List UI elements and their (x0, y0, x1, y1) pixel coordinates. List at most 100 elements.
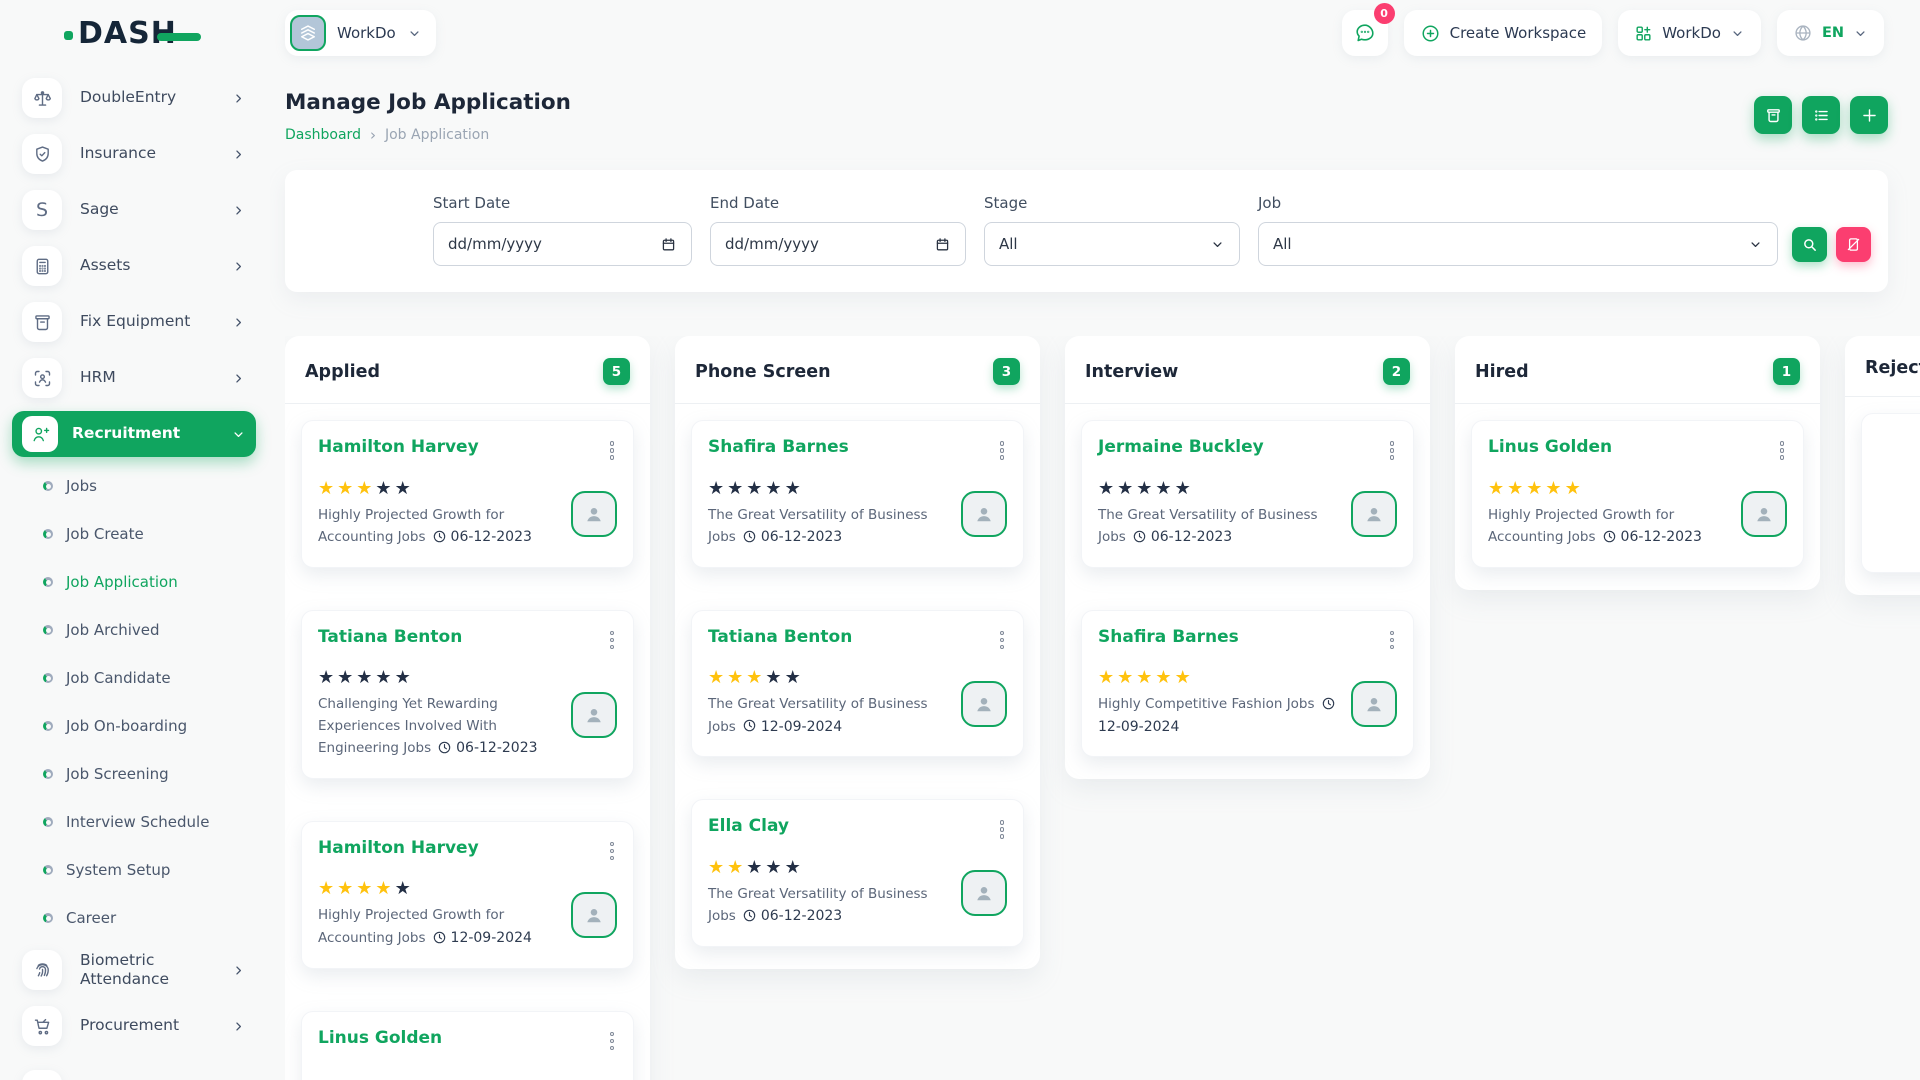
card-menu-button[interactable] (997, 816, 1008, 843)
candidate-avatar[interactable] (1351, 681, 1397, 727)
sidebar-subitem-interview-schedule[interactable]: Interview Schedule (12, 798, 256, 846)
sidebar-item-sage[interactable]: SSage (12, 182, 256, 238)
star-icon: ★ (785, 669, 801, 687)
language-selector[interactable]: EN (1777, 10, 1884, 56)
start-date-field: Start Date dd/mm/yyyy (433, 194, 692, 266)
workspace-switcher[interactable]: WorkDo (285, 10, 436, 56)
sidebar-subitem-system-setup[interactable]: System Setup (12, 846, 256, 894)
card-menu-button[interactable] (997, 437, 1008, 464)
list-icon (1812, 106, 1831, 125)
card-menu-button[interactable] (607, 838, 618, 865)
rating-stars: ★★★★★ (708, 859, 951, 877)
sidebar-item-procurement[interactable]: Procurement (12, 998, 256, 1054)
candidate-name-link[interactable]: Jermaine Buckley (1098, 437, 1264, 457)
candidate-avatar[interactable] (961, 491, 1007, 537)
application-card[interactable]: Hamilton Harvey ★★★★★ Highly Projected G… (301, 821, 634, 969)
create-workspace-button[interactable]: Create Workspace (1404, 10, 1603, 56)
start-date-input[interactable]: dd/mm/yyyy (433, 222, 692, 266)
application-card[interactable]: Jermaine Buckley ★★★★★ The Great Versati… (1081, 420, 1414, 568)
candidate-avatar[interactable] (571, 692, 617, 738)
candidate-name-link[interactable]: Shafira Barnes (708, 437, 849, 457)
sidebar-item-recruitment[interactable]: Recruitment (12, 411, 256, 457)
candidate-name-link[interactable]: Hamilton Harvey (318, 437, 479, 457)
sidebar-subitem-jobs[interactable]: Jobs (12, 462, 256, 510)
sidebar-subitem-job-candidate[interactable]: Job Candidate (12, 654, 256, 702)
reset-filter-button[interactable] (1836, 227, 1871, 262)
logo-dash-bar (157, 33, 201, 41)
applied-date: 06-12-2023 (451, 529, 532, 545)
filter-panel: Start Date dd/mm/yyyy End Date dd/mm/yyy… (285, 170, 1888, 292)
hrm-scan-icon (22, 358, 62, 398)
candidate-name-link[interactable]: Tatiana Benton (708, 627, 852, 647)
candidate-avatar[interactable] (961, 870, 1007, 916)
rating-stars: ★★★★★ (708, 480, 951, 498)
candidate-name-link[interactable]: Hamilton Harvey (318, 838, 479, 858)
person-icon (972, 881, 996, 905)
bullet-icon (43, 913, 53, 923)
card-menu-button[interactable] (607, 437, 618, 464)
star-icon: ★ (708, 669, 724, 687)
column-count-badge: 2 (1383, 358, 1410, 385)
sidebar-subitem-career[interactable]: Career (12, 894, 256, 942)
calculator-icon (22, 246, 62, 286)
clock-icon (432, 529, 447, 544)
candidate-avatar[interactable] (571, 892, 617, 938)
application-card[interactable]: Ella Clay ★★★★★ The Great Versatility of… (691, 799, 1024, 947)
bullet-icon (43, 529, 53, 539)
card-menu-button[interactable] (1777, 437, 1788, 464)
sidebar-subitem-job-on-boarding[interactable]: Job On-boarding (12, 702, 256, 750)
candidate-name-link[interactable]: Ella Clay (708, 816, 789, 836)
candidate-name-link[interactable]: Tatiana Benton (318, 627, 462, 647)
star-icon: ★ (395, 480, 411, 498)
candidate-name-link[interactable]: Linus Golden (318, 1028, 442, 1048)
card-menu-button[interactable] (607, 627, 618, 654)
sidebar-item-label: Biometric Attendance (80, 951, 231, 990)
column-count-badge: 5 (603, 358, 630, 385)
workdo-menu-label: WorkDo (1662, 24, 1721, 42)
sidebar-item-hrm[interactable]: HRM (12, 350, 256, 406)
apply-filter-button[interactable] (1792, 227, 1827, 262)
star-icon: ★ (375, 880, 391, 898)
card-menu-button[interactable] (1387, 437, 1398, 464)
clock-icon (1132, 529, 1147, 544)
candidate-name-link[interactable]: Shafira Barnes (1098, 627, 1239, 647)
stage-field: Stage All (984, 194, 1240, 266)
breadcrumb-dashboard-link[interactable]: Dashboard (285, 127, 361, 143)
candidate-avatar[interactable] (961, 681, 1007, 727)
application-card[interactable] (1861, 413, 1920, 573)
sidebar-item-biometric-attendance[interactable]: Biometric Attendance (12, 942, 256, 998)
application-card[interactable]: Shafira Barnes ★★★★★ The Great Versatili… (691, 420, 1024, 568)
sidebar-item-insurance[interactable]: Insurance (12, 126, 256, 182)
end-date-input[interactable]: dd/mm/yyyy (710, 222, 966, 266)
application-card[interactable]: Shafira Barnes ★★★★★ Highly Competitive … (1081, 610, 1414, 758)
sidebar-item-fix-equipment[interactable]: Fix Equipment (12, 294, 256, 350)
candidate-avatar[interactable] (1741, 491, 1787, 537)
application-card[interactable]: Linus Golden ★★★★★ Highly Projected Grow… (1471, 420, 1804, 568)
candidate-avatar[interactable] (1351, 491, 1397, 537)
list-view-button[interactable] (1802, 96, 1840, 134)
applied-date: 06-12-2023 (1621, 529, 1702, 545)
add-application-button[interactable] (1850, 96, 1888, 134)
application-card[interactable]: Hamilton Harvey ★★★★★ Highly Projected G… (301, 420, 634, 568)
chevron-down-icon (231, 427, 246, 442)
application-card[interactable]: Tatiana Benton ★★★★★ Challenging Yet Rew… (301, 610, 634, 779)
card-menu-button[interactable] (1387, 627, 1398, 654)
sidebar-subitem-job-archived[interactable]: Job Archived (12, 606, 256, 654)
sidebar-item-assets[interactable]: Assets (12, 238, 256, 294)
candidate-name-link[interactable]: Linus Golden (1488, 437, 1612, 457)
job-select[interactable]: All (1258, 222, 1778, 266)
sidebar-item-doubleentry[interactable]: DoubleEntry (12, 70, 256, 126)
application-card[interactable]: Tatiana Benton ★★★★★ The Great Versatili… (691, 610, 1024, 758)
sidebar-subitem-job-screening[interactable]: Job Screening (12, 750, 256, 798)
start-date-label: Start Date (433, 194, 692, 212)
application-card[interactable]: Linus Golden (301, 1011, 634, 1080)
messenger-button[interactable]: 0 (1342, 10, 1388, 56)
archive-button[interactable] (1754, 96, 1792, 134)
stage-select[interactable]: All (984, 222, 1240, 266)
card-menu-button[interactable] (997, 627, 1008, 654)
workdo-menu-button[interactable]: WorkDo (1618, 10, 1761, 56)
card-menu-button[interactable] (607, 1028, 618, 1055)
candidate-avatar[interactable] (571, 491, 617, 537)
sidebar-subitem-job-application[interactable]: Job Application (12, 558, 256, 606)
sidebar-subitem-job-create[interactable]: Job Create (12, 510, 256, 558)
